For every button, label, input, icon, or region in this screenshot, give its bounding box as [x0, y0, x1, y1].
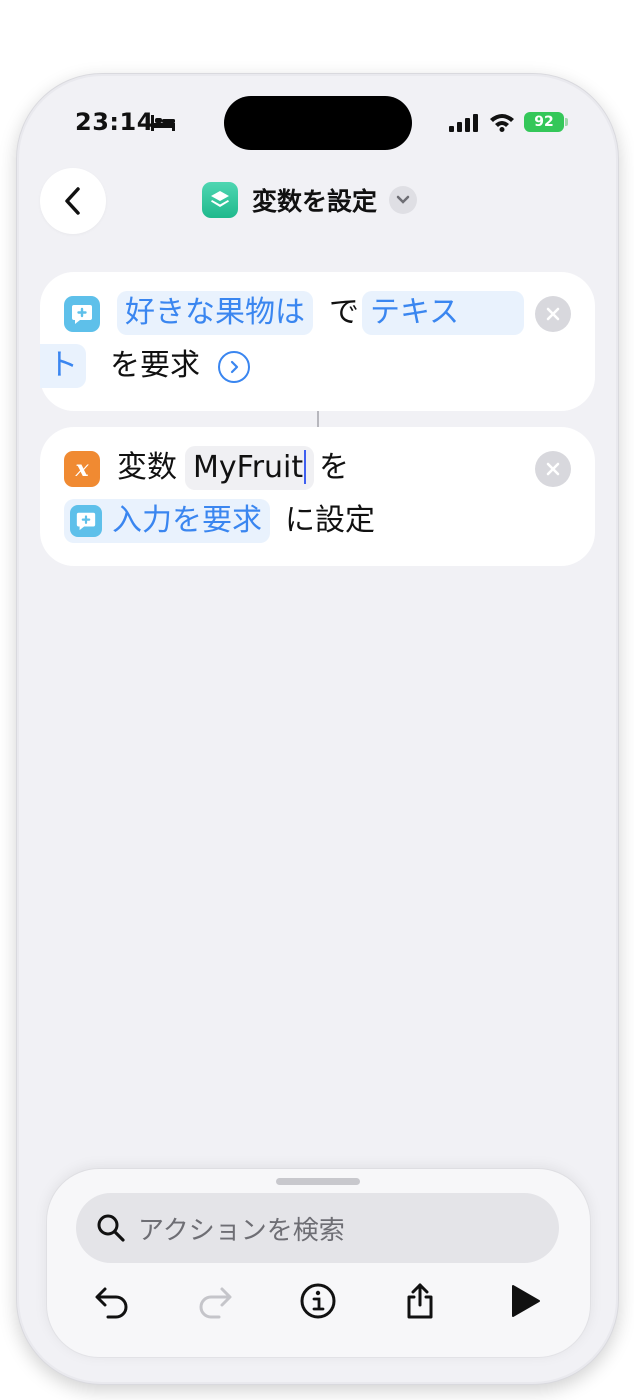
ask-for-input-icon [64, 296, 100, 332]
ask-for-input-icon [70, 505, 102, 537]
magic-variable-label: 入力を要求 [112, 503, 262, 538]
variable-x-icon: x [64, 451, 100, 487]
battery-nub [565, 118, 568, 126]
redo-button[interactable] [192, 1278, 238, 1324]
input-type-token-cont[interactable]: ト [40, 344, 86, 388]
input-type-token[interactable]: テキス [362, 291, 524, 335]
set-variable-action[interactable]: x 変数 MyFruit を 入力を要求 に設定 [40, 427, 595, 566]
battery-indicator: 92 [524, 112, 564, 132]
dynamic-island [224, 96, 412, 150]
search-actions-input[interactable]: アクションを検索 [76, 1193, 559, 1263]
disclosure-chevron-icon[interactable] [218, 351, 250, 383]
x-icon [546, 307, 560, 321]
variable-name-field[interactable]: MyFruit [185, 446, 315, 490]
share-button[interactable] [397, 1278, 443, 1324]
action-connector [317, 411, 319, 427]
wifi-icon [490, 114, 514, 132]
variable-name-text: MyFruit [193, 450, 304, 485]
chevron-left-icon [65, 187, 80, 215]
panel-grabber[interactable] [276, 1178, 360, 1185]
undo-button[interactable] [89, 1278, 135, 1324]
particle-wo: を [319, 450, 349, 485]
cellular-signal-icon [449, 114, 478, 132]
particle-de: で [329, 295, 359, 330]
shortcut-title-menu[interactable]: 変数を設定 [202, 182, 418, 218]
remove-action-button[interactable] [535, 451, 571, 487]
action2-suffix: に設定 [285, 503, 375, 538]
redo-icon [199, 1287, 232, 1319]
layers-icon [202, 182, 238, 218]
share-icon [407, 1283, 433, 1319]
shortcut-title: 変数を設定 [252, 187, 378, 216]
action1-suffix: を要求 [110, 348, 200, 383]
back-button[interactable] [40, 168, 106, 234]
battery-level: 92 [534, 114, 554, 130]
magic-variable-token[interactable]: 入力を要求 [64, 499, 270, 543]
action-panel: アクションを検索 [47, 1169, 590, 1357]
play-icon [512, 1285, 540, 1317]
run-button[interactable] [501, 1278, 547, 1324]
text-caret [304, 449, 307, 484]
search-placeholder: アクションを検索 [138, 1215, 345, 1246]
phone-frame: 23:14 92 変数を設定 好きな果物は で テキス ト を要求 x 変数 M… [16, 73, 619, 1385]
bed-icon [151, 115, 175, 131]
remove-action-button[interactable] [535, 296, 571, 332]
chevron-down-icon[interactable] [389, 186, 418, 214]
info-icon [300, 1283, 336, 1319]
info-button[interactable] [295, 1278, 341, 1324]
search-icon [97, 1214, 125, 1242]
status-time: 23:14 [75, 108, 154, 136]
prompt-token[interactable]: 好きな果物は [117, 291, 313, 335]
label-variable: 変数 [117, 450, 177, 485]
undo-icon [95, 1287, 128, 1319]
x-icon [546, 462, 560, 476]
ask-for-input-action[interactable]: 好きな果物は で テキス ト を要求 [40, 272, 595, 411]
